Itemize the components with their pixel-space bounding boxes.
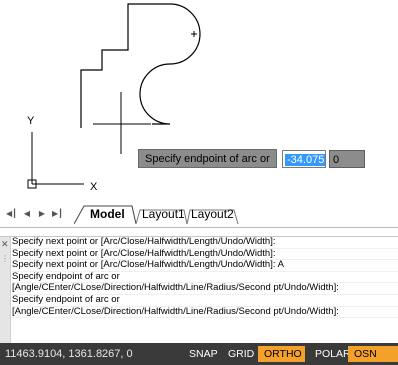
cursor-coordinates: 11463.9104, 1361.8267, 0 xyxy=(5,348,133,360)
snap-toggle-button[interactable]: SNAP xyxy=(183,346,224,362)
layout-tabs-bar: ◀┃ ◀ ▶ ▶┃ Model Layout1 Layout2 xyxy=(0,203,398,228)
ucs-icon xyxy=(27,132,84,189)
ortho-toggle-button[interactable]: ORTHO xyxy=(258,346,305,362)
ucs-y-label: Y xyxy=(27,115,35,127)
command-history-line: Specify next point or [Arc/Close/Halfwid… xyxy=(12,249,398,261)
previous-tab-icon[interactable]: ◀ xyxy=(22,208,32,220)
command-history-line: Specify endpoint of arc or xyxy=(12,272,398,284)
close-icon[interactable]: ✕ xyxy=(1,239,9,250)
dynamic-input-prompt: Specify endpoint of arc or xyxy=(138,149,277,168)
dynamic-input-second-field[interactable]: 0 xyxy=(329,150,365,168)
polyline-geometry[interactable] xyxy=(80,3,201,128)
next-tab-icon[interactable]: ▶ xyxy=(37,208,47,220)
drawing-svg: Y X xyxy=(27,3,201,193)
status-bar: 11463.9104, 1361.8267, 0 SNAP GRID ORTHO… xyxy=(0,343,398,365)
tab-layout1[interactable]: Layout1 xyxy=(137,205,190,224)
ucs-x-label: X xyxy=(90,181,98,193)
tab-layout2[interactable]: Layout2 xyxy=(186,205,239,224)
dynamic-input-value-field[interactable]: -34.0757 xyxy=(282,150,326,168)
command-history-line: [Angle/CEnter/CLose/Direction/Halfwidth/… xyxy=(12,307,398,319)
tab-model[interactable]: Model xyxy=(85,205,130,224)
command-history-line: [Angle/CEnter/CLose/Direction/Halfwidth/… xyxy=(12,283,398,295)
command-history: Specify next point or [Arc/Close/Halfwid… xyxy=(12,237,398,319)
last-tab-icon[interactable]: ▶┃ xyxy=(52,208,63,220)
grid-toggle-button[interactable]: GRID xyxy=(222,346,260,362)
command-line-handle[interactable]: ✕ ⋮ xyxy=(0,237,11,343)
model-space-canvas[interactable]: Y X Specify endpoint of arc or -34.0757 … xyxy=(0,0,398,203)
command-history-line: Specify next point or [Arc/Close/Halfwid… xyxy=(12,260,398,272)
command-line-window: ✕ ⋮ Specify next point or [Arc/Close/Hal… xyxy=(0,236,398,343)
grip-icon[interactable]: ⋮ xyxy=(1,254,9,263)
osnap-toggle-button[interactable]: OSN xyxy=(348,346,398,362)
dynamic-input-value-text: -34.0757 xyxy=(285,154,325,166)
crosshair-cursor xyxy=(93,92,151,154)
arc-center-marker xyxy=(191,31,197,37)
command-history-line: Specify next point or [Arc/Close/Halfwid… xyxy=(12,237,398,249)
first-tab-icon[interactable]: ◀┃ xyxy=(6,208,17,220)
command-history-line: Specify endpoint of arc or xyxy=(12,295,398,307)
